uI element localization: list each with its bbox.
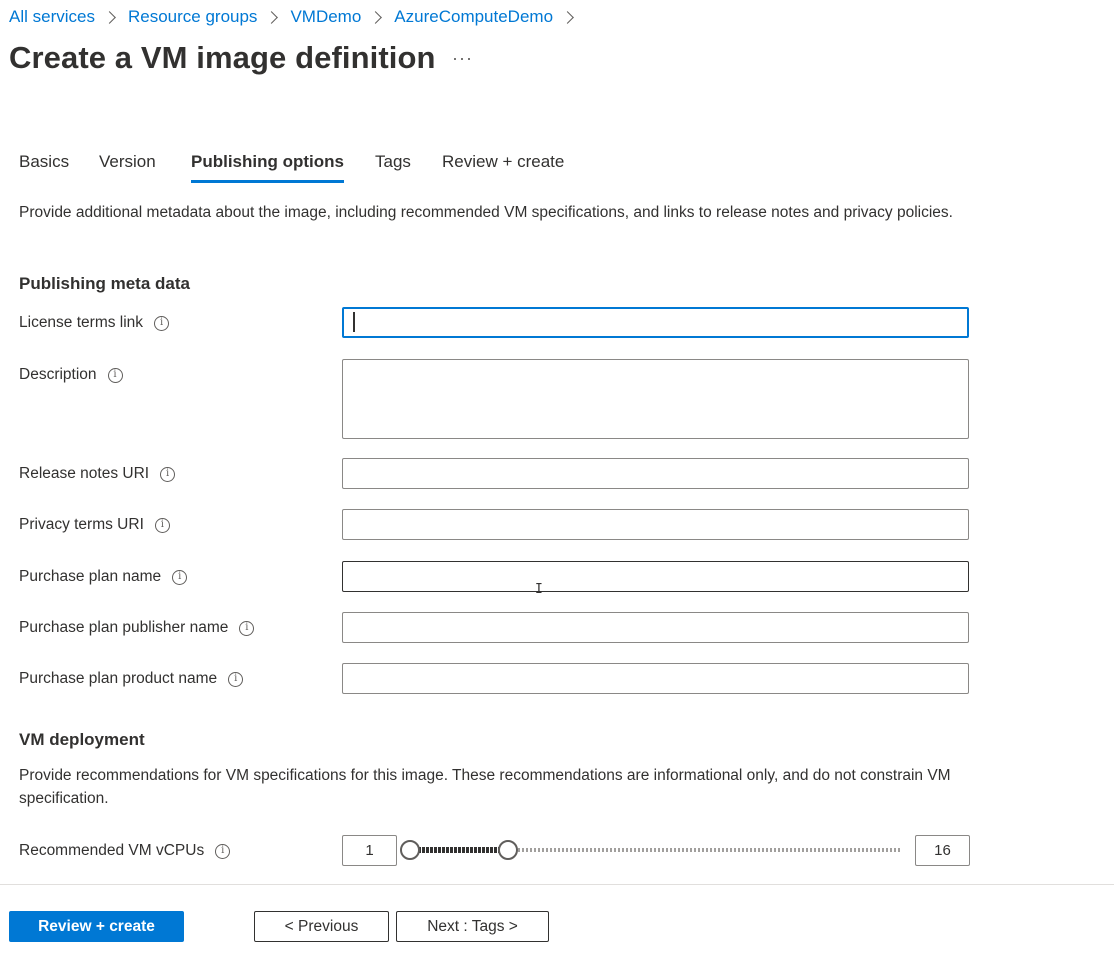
info-icon[interactable]: i [239, 620, 255, 636]
next-tags-button[interactable]: Next : Tags > [396, 911, 549, 942]
active-tab-indicator [191, 180, 344, 183]
privacy-terms-label: Privacy terms URI i [19, 516, 170, 534]
publishing-section-heading: Publishing meta data [19, 274, 190, 293]
vcpus-label: Recommended VM vCPUs i [19, 842, 231, 860]
more-options-button[interactable]: ··· [452, 48, 473, 69]
chevron-right-icon [265, 10, 279, 24]
privacy-terms-input[interactable] [342, 509, 969, 540]
purchase-plan-product-label: Purchase plan product name i [19, 670, 244, 688]
info-icon[interactable]: i [215, 843, 231, 859]
license-terms-label: License terms link i [19, 314, 170, 332]
page-title: Create a VM image definition [9, 40, 436, 75]
vcpus-slider-max-thumb[interactable] [498, 840, 519, 860]
vcpus-min-input[interactable]: 1 [342, 835, 397, 866]
previous-button[interactable]: < Previous [254, 911, 389, 942]
purchase-plan-name-input[interactable] [342, 561, 969, 592]
tab-tags[interactable]: Tags [375, 152, 411, 172]
info-icon[interactable]: i [228, 671, 244, 687]
chevron-right-icon [103, 10, 116, 24]
tab-version[interactable]: Version [99, 152, 156, 172]
breadcrumb-all-services[interactable]: All services [9, 7, 95, 27]
info-icon[interactable]: i [154, 517, 170, 533]
chevron-right-icon [369, 10, 383, 24]
info-icon[interactable]: i [154, 315, 170, 331]
release-notes-label: Release notes URI i [19, 465, 176, 483]
vcpus-slider-min-thumb[interactable] [400, 840, 420, 860]
vcpus-slider-range [410, 847, 509, 853]
text-caret [353, 312, 355, 332]
description-textarea[interactable] [342, 359, 969, 439]
purchase-plan-publisher-label: Purchase plan publisher name i [19, 619, 255, 637]
purchase-plan-product-input[interactable] [342, 663, 969, 694]
tab-basics[interactable]: Basics [19, 152, 69, 172]
breadcrumb-vmdemo[interactable]: VMDemo [290, 7, 361, 27]
vm-deployment-heading: VM deployment [19, 730, 145, 749]
tab-review-create[interactable]: Review + create [442, 152, 564, 172]
footer-divider [0, 884, 1114, 885]
info-icon[interactable]: i [172, 569, 188, 585]
vm-deployment-text: Provide recommendations for VM specifica… [19, 767, 951, 807]
breadcrumb-azurecomputedemo[interactable]: AzureComputeDemo [394, 7, 553, 27]
purchase-plan-name-label: Purchase plan name i [19, 568, 188, 586]
info-icon[interactable]: i [107, 367, 123, 383]
page: All services Resource groups VMDemo Azur… [0, 0, 1114, 953]
breadcrumb: All services Resource groups VMDemo Azur… [9, 7, 586, 27]
breadcrumb-resource-groups[interactable]: Resource groups [128, 7, 257, 27]
tab-publishing-options[interactable]: Publishing options [191, 152, 344, 172]
description-label: Description i [19, 366, 123, 384]
purchase-plan-publisher-input[interactable] [342, 612, 969, 643]
chevron-right-icon [561, 10, 574, 24]
intro-text: Provide additional metadata about the im… [19, 204, 953, 221]
license-terms-input[interactable] [342, 307, 969, 338]
review-create-button[interactable]: Review + create [9, 911, 184, 942]
vcpus-max-input[interactable]: 16 [915, 835, 970, 866]
release-notes-input[interactable] [342, 458, 969, 489]
text-cursor-icon: I [535, 582, 543, 597]
info-icon[interactable]: i [160, 466, 176, 482]
